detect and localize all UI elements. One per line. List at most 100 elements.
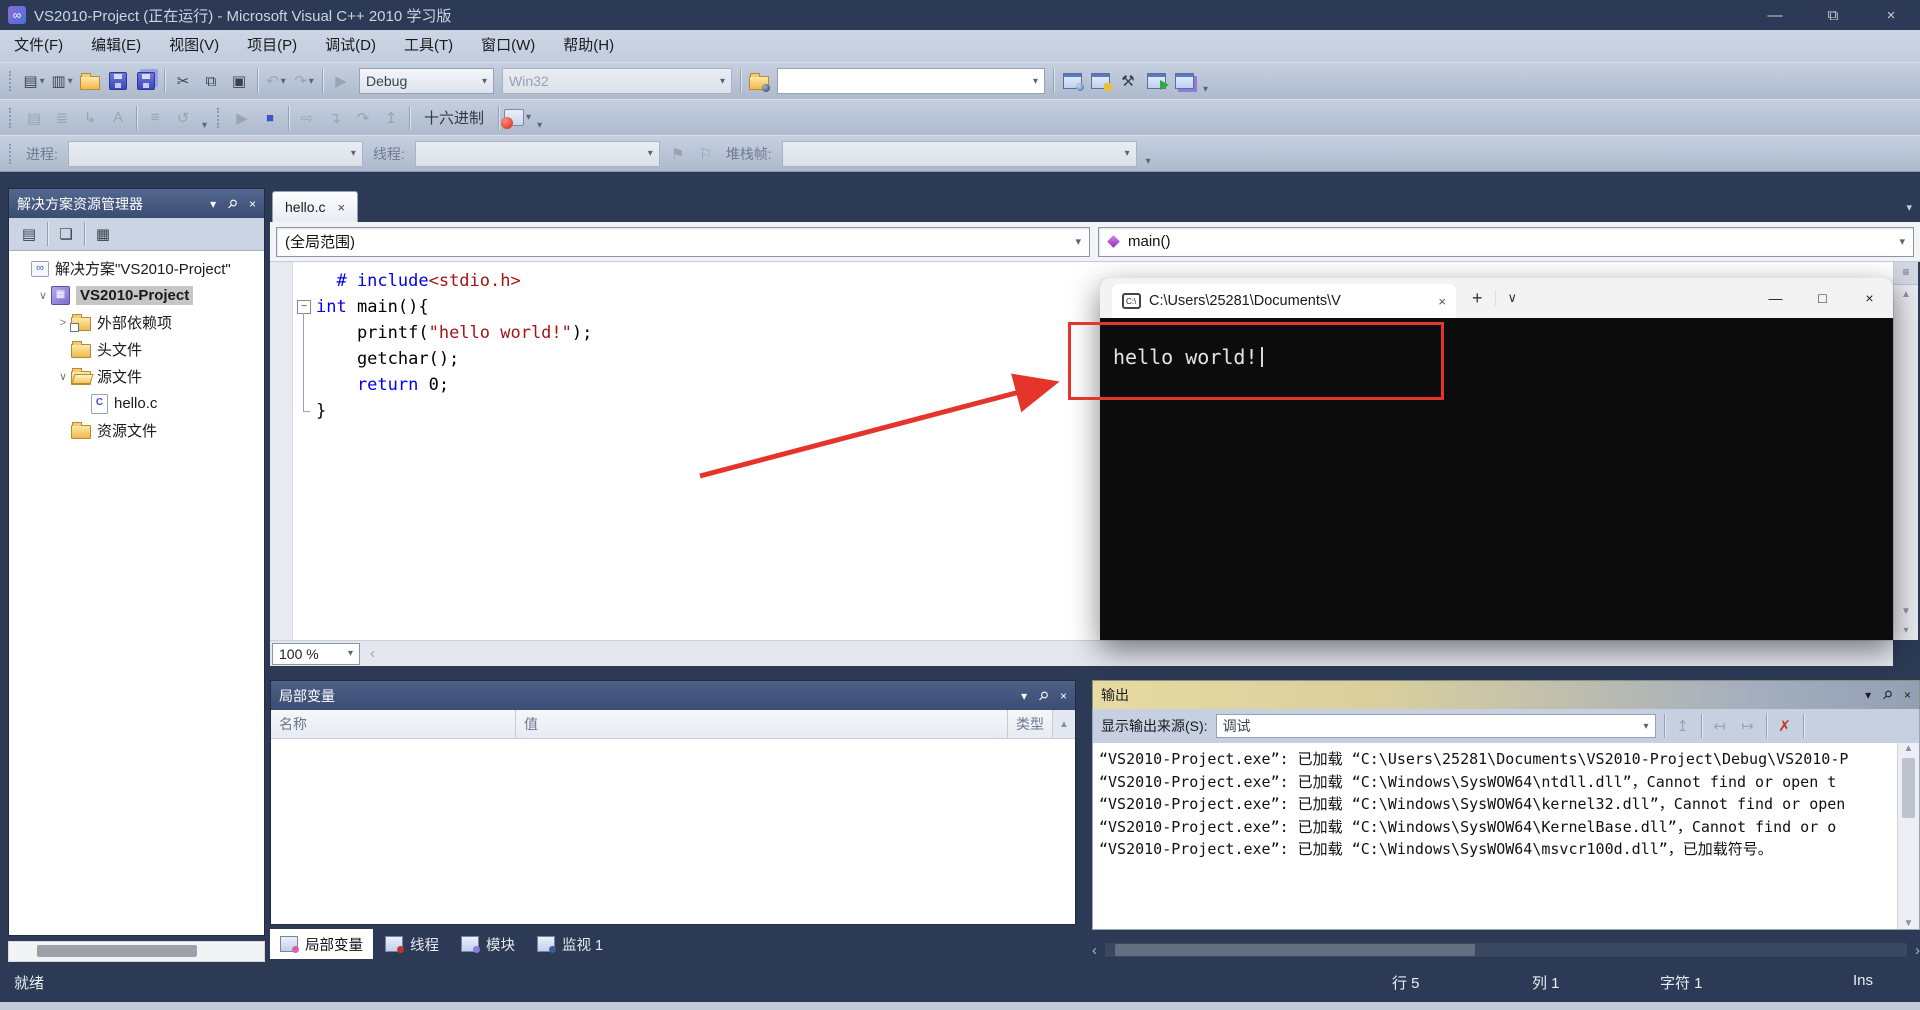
window-position-icon[interactable]: ▾ bbox=[210, 197, 216, 211]
find-combo[interactable]: ▾ bbox=[777, 68, 1045, 94]
locals-body[interactable] bbox=[271, 739, 1075, 924]
open-file-icon[interactable] bbox=[77, 68, 103, 94]
zoom-combo[interactable]: 100 % ▾ bbox=[272, 642, 360, 665]
solution-explorer-hscrollbar[interactable] bbox=[8, 941, 265, 962]
pin-icon[interactable]: ⚲ bbox=[1880, 687, 1896, 703]
tab-threads[interactable]: 线程 bbox=[375, 929, 449, 959]
save-icon[interactable] bbox=[105, 68, 131, 94]
console-minimize-icon[interactable]: — bbox=[1752, 290, 1799, 306]
cut-icon[interactable]: ✂ bbox=[170, 68, 196, 94]
view-class-diagram-icon[interactable]: ▦ bbox=[90, 221, 116, 247]
output-source-combo[interactable]: 调试 ▾ bbox=[1215, 714, 1656, 738]
chevron-down-icon[interactable]: ▾ bbox=[1903, 621, 1908, 640]
output-hscrollbar[interactable]: ‹ › bbox=[1092, 938, 1920, 962]
paste-icon[interactable]: ▣ bbox=[226, 68, 252, 94]
text-editor-toolbar-options-icon[interactable]: ▾ bbox=[202, 120, 207, 135]
scroll-down-icon[interactable]: ▼ bbox=[1904, 918, 1914, 929]
close-panel-icon[interactable]: × bbox=[249, 197, 256, 211]
console-maximize-icon[interactable]: □ bbox=[1799, 290, 1846, 306]
hscroll-thumb[interactable] bbox=[37, 945, 197, 957]
menu-help[interactable]: 帮助(H) bbox=[549, 30, 628, 62]
new-tab-icon[interactable]: + bbox=[1472, 288, 1483, 309]
tree-item-solution[interactable]: ∞ 解决方案"VS2010-Project" bbox=[9, 255, 264, 282]
output-text-area[interactable]: “VS2010-Project.exe”: 已加载 “C:\Users\2528… bbox=[1092, 743, 1920, 930]
tab-modules[interactable]: 模块 bbox=[451, 929, 525, 959]
save-all-icon[interactable] bbox=[133, 68, 159, 94]
column-value[interactable]: 值 bbox=[516, 710, 1008, 738]
hscroll-thumb[interactable] bbox=[1115, 944, 1475, 956]
tree-item-project[interactable]: ∨ ▦ VS2010-Project bbox=[9, 282, 264, 309]
scroll-left-icon[interactable]: ‹ bbox=[370, 645, 375, 662]
hscroll-track[interactable] bbox=[1105, 943, 1907, 957]
scroll-right-icon[interactable]: › bbox=[1915, 942, 1920, 959]
object-browser-icon[interactable]: ⚒ bbox=[1115, 68, 1141, 94]
debug-location-options-icon[interactable]: ▾ bbox=[1146, 156, 1151, 171]
menu-window[interactable]: 窗口(W) bbox=[467, 30, 549, 62]
menu-tools[interactable]: 工具(T) bbox=[390, 30, 467, 62]
tab-watch[interactable]: 监视 1 bbox=[527, 929, 613, 959]
toolbar1-options-icon[interactable]: ▾ bbox=[1203, 84, 1208, 99]
menu-debug[interactable]: 调试(D) bbox=[311, 30, 390, 62]
scope-combo[interactable]: (全局范围) ▾ bbox=[276, 226, 1090, 257]
show-all-files-icon[interactable]: ❏ bbox=[53, 221, 79, 247]
output-window-icon[interactable]: ▾ bbox=[501, 105, 531, 131]
column-type[interactable]: 类型 bbox=[1008, 710, 1053, 738]
column-name[interactable]: 名称 bbox=[271, 710, 516, 738]
stop-debug-icon[interactable]: ■ bbox=[257, 105, 283, 131]
solution-explorer-icon[interactable] bbox=[1059, 68, 1085, 94]
start-page-icon[interactable] bbox=[1143, 68, 1169, 94]
tab-hello-c[interactable]: hello.c × bbox=[272, 191, 359, 222]
properties-icon[interactable]: ▤ bbox=[16, 221, 42, 247]
tab-locals[interactable]: 局部变量 bbox=[270, 929, 373, 959]
expander-icon[interactable]: ∨ bbox=[55, 370, 71, 383]
window-position-icon[interactable]: ▾ bbox=[1021, 689, 1027, 703]
tree-item-hello-c[interactable]: Chello.c bbox=[9, 390, 264, 417]
scroll-left-icon[interactable]: ‹ bbox=[1092, 942, 1097, 959]
menu-view[interactable]: 视图(V) bbox=[155, 30, 233, 62]
tab-close-icon[interactable]: × bbox=[337, 200, 345, 215]
scroll-up-icon[interactable]: ▲ bbox=[1053, 710, 1075, 738]
minimize-icon[interactable]: — bbox=[1746, 7, 1804, 24]
member-combo[interactable]: main() ▾ bbox=[1098, 226, 1914, 257]
expander-icon[interactable]: ∨ bbox=[35, 289, 51, 302]
copy-icon[interactable]: ⧉ bbox=[198, 68, 224, 94]
solution-config-combo[interactable]: Debug ▾ bbox=[359, 68, 494, 94]
scroll-up-icon[interactable]: ▲ bbox=[1901, 285, 1911, 304]
tab-dropdown-icon[interactable]: ∨ bbox=[1508, 290, 1518, 306]
console-tab[interactable]: C:\ C:\Users\25281\Documents\V × bbox=[1112, 284, 1456, 318]
menu-edit[interactable]: 编辑(E) bbox=[77, 30, 155, 62]
tree-item-resource-files[interactable]: 资源文件 bbox=[9, 417, 264, 444]
vscroll-thumb[interactable] bbox=[1902, 758, 1915, 818]
menu-file[interactable]: 文件(F) bbox=[0, 30, 77, 62]
editor-vscrollbar[interactable]: ≡ ▲ ▼ ▾ bbox=[1893, 262, 1918, 640]
extension-manager-icon[interactable] bbox=[1171, 68, 1197, 94]
close-icon[interactable]: × bbox=[1862, 7, 1920, 24]
hex-display-button[interactable]: 十六进制 bbox=[414, 105, 494, 131]
find-in-files-icon[interactable] bbox=[746, 68, 772, 94]
console-output-area[interactable]: hello world! bbox=[1100, 318, 1893, 370]
tree-item-source-files[interactable]: ∨ 源文件 bbox=[9, 363, 264, 390]
properties-window-icon[interactable] bbox=[1087, 68, 1113, 94]
debug-toolbar-options-icon[interactable]: ▾ bbox=[537, 120, 542, 135]
tree-item-header-files[interactable]: 头文件 bbox=[9, 336, 264, 363]
expander-icon[interactable]: > bbox=[55, 317, 71, 329]
close-panel-icon[interactable]: × bbox=[1060, 689, 1067, 703]
window-position-icon[interactable]: ▾ bbox=[1865, 688, 1871, 702]
tree-item-external-deps[interactable]: > 外部依赖项 bbox=[9, 309, 264, 336]
pin-icon[interactable]: ⚲ bbox=[225, 195, 241, 211]
add-item-icon[interactable]: ▥ ▾ bbox=[49, 68, 75, 94]
console-close-icon[interactable]: × bbox=[1846, 290, 1893, 306]
console-tab-close-icon[interactable]: × bbox=[1438, 294, 1446, 309]
restore-icon[interactable]: ⧉ bbox=[1804, 7, 1862, 24]
new-project-icon[interactable]: ▤ ▾ bbox=[21, 68, 47, 94]
document-well-dropdown-icon[interactable]: ▾ bbox=[1906, 201, 1912, 214]
scroll-up-icon[interactable]: ▲ bbox=[1904, 743, 1914, 754]
clear-all-icon[interactable]: ✗ bbox=[1772, 713, 1798, 739]
pin-icon[interactable]: ⚲ bbox=[1036, 687, 1052, 703]
menu-project[interactable]: 项目(P) bbox=[233, 30, 311, 62]
scroll-down-icon[interactable]: ▼ bbox=[1901, 602, 1911, 621]
splitter-handle-icon[interactable]: ≡ bbox=[1894, 262, 1918, 285]
close-panel-icon[interactable]: × bbox=[1904, 688, 1911, 702]
fold-toggle-icon[interactable]: − bbox=[297, 300, 311, 314]
output-vscrollbar[interactable]: ▲ ▼ bbox=[1897, 743, 1919, 929]
